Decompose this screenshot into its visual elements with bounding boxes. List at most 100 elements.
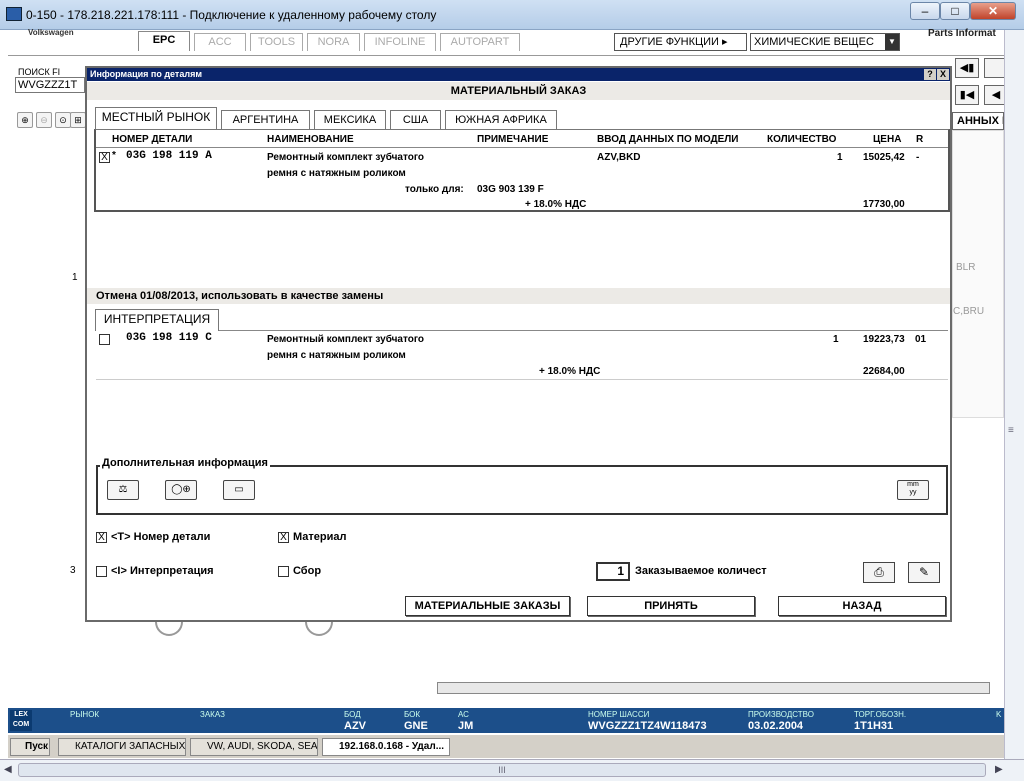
order-quantity-label: Заказываемое количест (635, 565, 767, 577)
prev-icon[interactable]: ▮◀ (955, 85, 979, 105)
accept-button[interactable]: ПРИНЯТЬ (587, 596, 755, 616)
vehicle-status-bar: LEX COM РЫНОК ЗАКАЗ БОД AZV БОК GNE АС J… (8, 708, 1004, 733)
model-data: AZV,BKD (597, 152, 641, 163)
scale-icon[interactable]: ⚖ (107, 480, 139, 500)
zoom-area-icon[interactable]: ⊞ (70, 112, 86, 128)
edge-label: K (996, 710, 1002, 719)
part-name: Ремонтный комплект зубчатого (267, 152, 425, 163)
market-label: РЫНОК (70, 710, 100, 719)
scroll-grip-icon[interactable]: ≡ (1008, 425, 1014, 436)
back-button[interactable]: НАЗАД (778, 596, 946, 616)
zoom-in-icon[interactable]: ⊕ (17, 112, 33, 128)
lexcom-logo: LEX COM (10, 710, 32, 731)
tab-interpretation[interactable]: ИНТЕРПРЕТАЦИЯ (95, 309, 219, 331)
taskbar-item-active[interactable]: 192.168.0.168 - Удал... (322, 738, 450, 756)
r-value: - (916, 152, 920, 163)
maximize-button[interactable]: □ (940, 2, 970, 20)
start-button[interactable]: Пуск (10, 738, 50, 756)
trade-label: ТОРГ.ОБОЗН. (854, 710, 907, 719)
tab-acc[interactable]: ACC (194, 33, 246, 51)
part-number-checkbox[interactable]: X (96, 532, 107, 543)
callout-number: 1 (72, 272, 78, 283)
col-qty: КОЛИЧЕСТВО (767, 134, 837, 145)
cancellation-note: Отмена 01/08/2013, использовать в качест… (87, 288, 950, 304)
tab-usa[interactable]: США (390, 110, 441, 130)
row-star: * (112, 150, 116, 161)
outer-horizontal-scrollbar[interactable]: ◀ III ▶ (0, 759, 1024, 781)
tab-infoline[interactable]: INFOLINE (364, 33, 436, 51)
assembly-option: Сбор (293, 565, 322, 577)
price-with-vat: 22684,00 (863, 366, 905, 377)
zoom-out-icon[interactable]: ⊖ (36, 112, 52, 128)
interpretation-checkbox[interactable] (96, 566, 107, 577)
print-icon[interactable]: ⎙ (863, 562, 895, 583)
quantity: 1 (837, 152, 843, 163)
taskbar: Пуск КАТАЛОГИ ЗАПАСНЫХ ... VW, AUDI, SKO… (8, 734, 1004, 758)
ac-value: JM (458, 720, 474, 732)
brand-label: Volkswagen (28, 28, 74, 37)
bg-code: C,BRU (953, 306, 985, 317)
row-checkbox[interactable]: X (99, 152, 110, 163)
part-name: ремня с натяжным роликом (267, 168, 406, 179)
dialog-close-button[interactable]: X (937, 69, 949, 80)
minimize-button[interactable]: – (910, 2, 940, 20)
right-list (952, 130, 1004, 418)
col-part-number: НОМЕР ДЕТАЛИ (112, 134, 193, 145)
tab-mexico[interactable]: МЕКСИКА (314, 110, 386, 130)
help-button[interactable]: ? (924, 69, 936, 80)
tab-epc[interactable]: EPC (138, 31, 190, 51)
parts-info-dialog: Информация по деталям ? X МАТЕРИАЛЬНЫЙ З… (85, 66, 952, 622)
add-circle-icon[interactable]: ◯⊕ (165, 480, 197, 500)
additional-info-label: Дополнительная информация (100, 457, 270, 469)
frame-icon[interactable]: ▭ (223, 480, 255, 500)
material-orders-button[interactable]: МАТЕРИАЛЬНЫЕ ЗАКАЗЫ (405, 596, 570, 616)
assembly-checkbox[interactable] (278, 566, 289, 577)
chemicals-select[interactable]: ХИМИЧЕСКИЕ ВЕЩЕС ▼ (750, 33, 900, 51)
col-price: ЦЕНА (873, 134, 902, 145)
horizontal-scrollbar[interactable] (437, 682, 990, 694)
tab-autopart[interactable]: AUTOPART (440, 33, 520, 51)
date-format-icon[interactable]: mm yy (897, 480, 929, 500)
order-label: ЗАКАЗ (200, 710, 225, 719)
part-number: 03G 198 119 C (126, 332, 212, 344)
part-name: ремня с натяжным роликом (267, 350, 406, 361)
search-input[interactable]: WVGZZZ1T (15, 77, 85, 93)
trade-value: 1T1H31 (854, 720, 894, 732)
tab-argentina[interactable]: АРГЕНТИНА (221, 110, 310, 130)
callout-number: 3 (70, 565, 76, 576)
zoom-fit-icon[interactable]: ⊙ (55, 112, 71, 128)
tab-local-market[interactable]: МЕСТНЫЙ РЫНОК (95, 107, 217, 130)
chevron-down-icon[interactable]: ▼ (885, 34, 899, 50)
bg-code: BLR (956, 262, 976, 273)
bod-value: AZV (344, 720, 366, 732)
r-value: 01 (915, 334, 927, 345)
search-label: ПОИСК FI (18, 67, 61, 77)
scroll-thumb[interactable]: III (18, 763, 986, 777)
price: 15025,42 (863, 152, 905, 163)
close-button[interactable]: ✕ (970, 2, 1016, 20)
edit-icon[interactable]: ✎ (908, 562, 940, 583)
taskbar-item[interactable]: КАТАЛОГИ ЗАПАСНЫХ ... (58, 738, 186, 756)
tab-tools[interactable]: TOOLS (250, 33, 303, 51)
chassis-value: WVGZZZ1TZ4W118473 (588, 720, 707, 732)
first-page-icon[interactable]: ◀▮ (955, 58, 979, 78)
dialog-title: Информация по деталям (90, 69, 202, 79)
scroll-right-icon[interactable]: ▶ (995, 764, 1003, 775)
material-checkbox[interactable]: X (278, 532, 289, 543)
right-column-header: АННЫХ П (952, 112, 1004, 130)
price-with-vat: 17730,00 (863, 199, 905, 210)
dialog-titlebar: Информация по деталям ? X (87, 68, 950, 81)
row-checkbox[interactable] (99, 334, 110, 345)
scroll-left-icon[interactable]: ◀ (4, 764, 12, 775)
window-title: 0-150 - 178.218.221.178:111 - Подключени… (26, 8, 437, 22)
tab-south-africa[interactable]: ЮЖНАЯ АФРИКА (445, 110, 557, 130)
other-functions-menu[interactable]: ДРУГИЕ ФУНКЦИИ ▸ (614, 33, 747, 51)
part-number: 03G 198 119 A (126, 150, 212, 162)
taskbar-item[interactable]: VW, AUDI, SKODA, SEAT (190, 738, 318, 756)
bok-value: GNE (404, 720, 428, 732)
tab-nora[interactable]: NORA (307, 33, 360, 51)
col-note: ПРИМЕЧАНИЕ (477, 134, 549, 145)
parts-info-label: Parts Informat (928, 28, 996, 39)
order-quantity-input[interactable]: 1 (596, 562, 630, 581)
vertical-scrollbar[interactable]: ≡ (1004, 30, 1024, 759)
